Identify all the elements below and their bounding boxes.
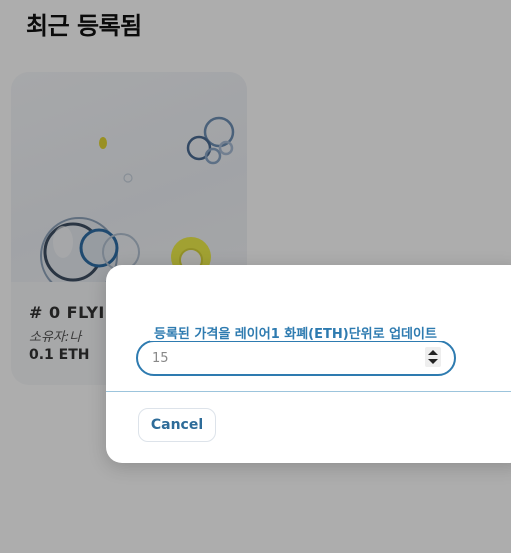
update-price-dialog: 등록된 가격을 레이어1 화폐(ETH)단위로 업데이트 Cancel: [106, 265, 511, 463]
increment-arrow-icon[interactable]: [428, 350, 438, 355]
price-input[interactable]: [152, 348, 412, 368]
price-field: 등록된 가격을 레이어1 화폐(ETH)단위로 업데이트: [136, 328, 458, 376]
price-field-label: 등록된 가격을 레이어1 화폐(ETH)단위로 업데이트: [150, 328, 458, 341]
number-spinner[interactable]: [425, 347, 441, 367]
dialog-divider: [106, 391, 511, 392]
cancel-button[interactable]: Cancel: [138, 408, 216, 442]
decrement-arrow-icon[interactable]: [428, 359, 438, 364]
